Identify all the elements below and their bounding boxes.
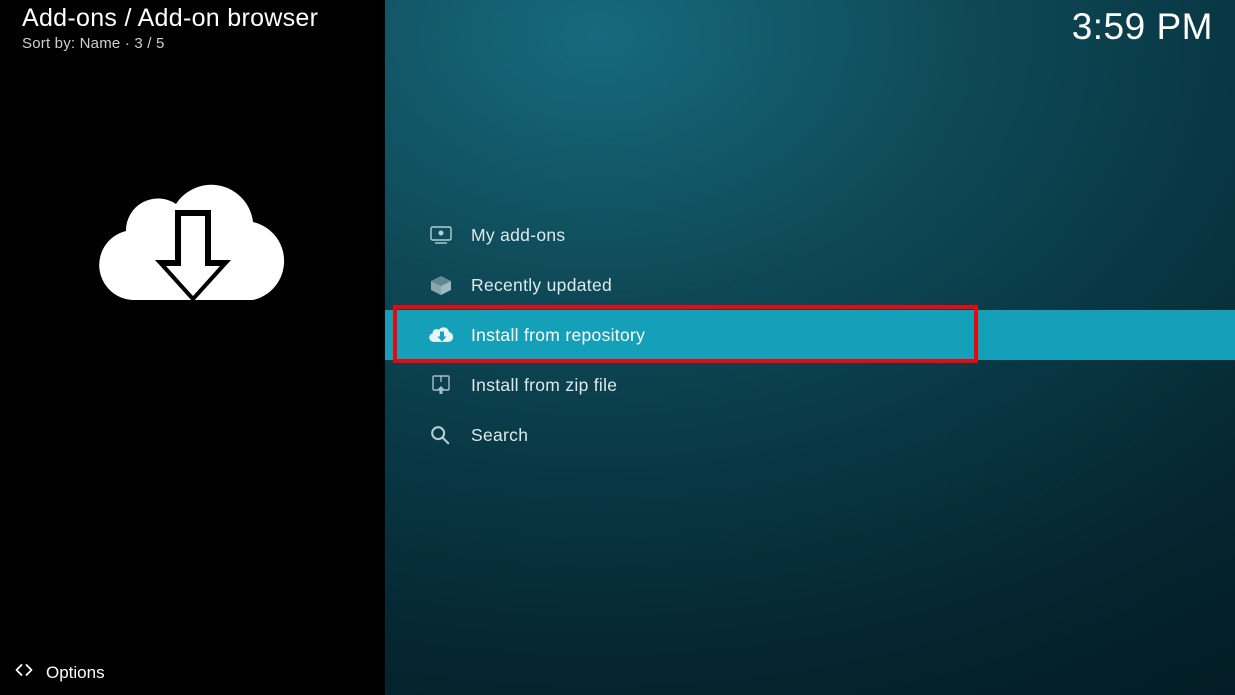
chevrons-left-right-icon	[14, 660, 34, 685]
menu-item-search[interactable]: Search	[385, 410, 1235, 460]
menu-item-label: Search	[471, 425, 528, 446]
menu-item-label: Recently updated	[471, 275, 612, 296]
app-root: Add-ons / Add-on browser Sort by: Name ·…	[0, 0, 1235, 695]
zip-download-icon	[429, 374, 471, 396]
cloud-download-icon	[0, 152, 385, 332]
cloud-download-small-icon	[429, 324, 471, 346]
options-button[interactable]: Options	[14, 660, 105, 685]
menu-item-install-from-repository[interactable]: Install from repository	[385, 310, 1235, 360]
sidebar: Add-ons / Add-on browser Sort by: Name ·…	[0, 0, 385, 695]
monitor-icon	[429, 224, 471, 246]
menu-list: My add-ons Recently updated	[385, 210, 1235, 460]
menu-item-label: Install from repository	[471, 325, 645, 346]
menu-item-label: Install from zip file	[471, 375, 617, 396]
clock: 3:59 PM	[1072, 6, 1213, 48]
options-label: Options	[46, 663, 105, 683]
menu-item-recently-updated[interactable]: Recently updated	[385, 260, 1235, 310]
menu-item-my-addons[interactable]: My add-ons	[385, 210, 1235, 260]
search-icon	[429, 424, 471, 446]
breadcrumb: Add-ons / Add-on browser	[22, 4, 385, 33]
box-icon	[429, 274, 471, 296]
menu-item-label: My add-ons	[471, 225, 565, 246]
header: Add-ons / Add-on browser Sort by: Name ·…	[0, 0, 385, 52]
main-panel: 3:59 PM My add-ons	[385, 0, 1235, 695]
menu-item-install-from-zip[interactable]: Install from zip file	[385, 360, 1235, 410]
sort-info: Sort by: Name · 3 / 5	[22, 35, 385, 52]
